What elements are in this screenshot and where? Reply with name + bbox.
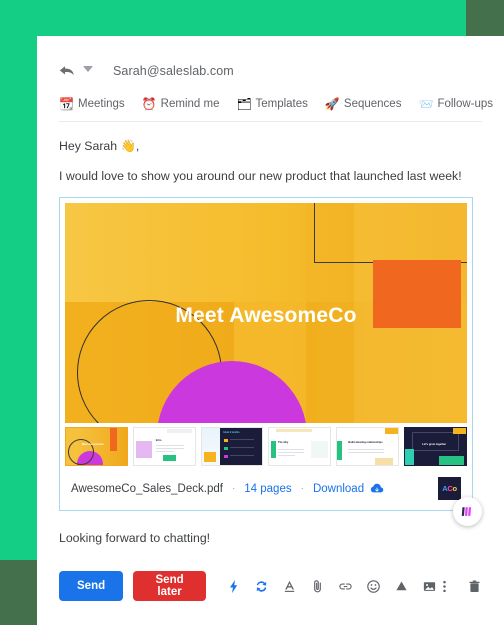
slide-thumbnail-3[interactable]: How it works <box>200 427 264 466</box>
compose-right-icon-group <box>437 579 482 594</box>
send-button[interactable]: Send <box>59 571 124 601</box>
slide-thumbnail-strip: Meet AwesomeCo Intro How it works The wh… <box>65 427 467 466</box>
separator-dot-2: · <box>300 483 304 494</box>
templates-icon: 🗂 <box>236 97 252 111</box>
compose-icon-row <box>226 579 437 594</box>
slide-thumbnail-4[interactable]: The why <box>268 427 332 466</box>
tool-templates-label: Templates <box>255 98 308 110</box>
background-band-left <box>0 0 37 560</box>
slide-thumbnail-5-title: Build amazing relationships <box>348 441 383 445</box>
background-block-top-right <box>466 0 504 36</box>
attachment-info-row: AwesomeCo_Sales_Deck.pdf · 14 pages · Do… <box>65 473 467 505</box>
compose-action-bar: Send Send later <box>59 571 482 601</box>
email-closing-line: Looking forward to chatting! <box>59 531 211 545</box>
attachment-filename: AwesomeCo_Sales_Deck.pdf <box>71 482 223 495</box>
slide-thumbnail-5[interactable]: Build amazing relationships <box>336 427 400 466</box>
background-block-bottom-left <box>0 560 37 625</box>
slide-thumbnail-1-title: Meet AwesomeCo <box>81 443 104 447</box>
tool-sequences[interactable]: 🚀 Sequences <box>325 98 402 110</box>
chevron-down-icon[interactable] <box>83 66 93 72</box>
page-count-link[interactable]: 14 pages <box>244 483 291 495</box>
more-options-icon[interactable] <box>437 579 452 594</box>
lightning-bolt-icon[interactable] <box>226 579 241 594</box>
attachment-card[interactable]: Meet AwesomeCo Meet AwesomeCo Intro How … <box>59 197 473 511</box>
slide-title: Meet AwesomeCo <box>175 304 357 328</box>
brand-badge-part-3: o <box>452 484 457 493</box>
slide-thumbnail-1[interactable]: Meet AwesomeCo <box>65 427 128 466</box>
tool-remind-me[interactable]: ⏰ Remind me <box>142 98 220 110</box>
slide-thumbnail-6[interactable]: Let's grow together <box>404 427 467 466</box>
cloud-download-icon[interactable] <box>370 483 384 494</box>
brand-badge: ACo <box>438 477 461 500</box>
tool-follow-ups[interactable]: 📨 Follow-ups <box>418 98 493 110</box>
image-icon[interactable] <box>422 579 437 594</box>
tool-follow-ups-label: Follow-ups <box>437 98 494 110</box>
slide-thumbnail-2[interactable]: Intro <box>132 427 196 466</box>
brand-logo-mark <box>461 507 472 516</box>
emoji-icon[interactable] <box>366 579 381 594</box>
rocket-icon: 🚀 <box>324 97 340 111</box>
brand-logo-badge[interactable] <box>453 497 482 526</box>
sync-icon[interactable] <box>254 579 269 594</box>
screenshot-stage: Sarah@saleslab.com 📆 Meetings ⏰ Remind m… <box>0 0 504 625</box>
tool-meetings[interactable]: 📆 Meetings <box>59 98 125 110</box>
compose-toolstrip: 📆 Meetings ⏰ Remind me 🗂 Templates 🚀 Seq… <box>59 98 493 122</box>
text-format-icon[interactable] <box>282 579 297 594</box>
recipient-address[interactable]: Sarah@saleslab.com <box>113 64 234 78</box>
email-greeting: Hey Sarah 👋, <box>59 139 140 153</box>
calendar-icon: 📆 <box>59 97 74 111</box>
background-band-top <box>0 0 466 36</box>
drive-icon[interactable] <box>394 579 409 594</box>
download-link[interactable]: Download <box>313 483 364 495</box>
slide-thumbnail-3-title: How it works <box>223 431 240 435</box>
tool-sequences-label: Sequences <box>343 98 402 110</box>
slide-thumbnail-4-title: The why <box>278 441 289 445</box>
tool-meetings-label: Meetings <box>78 98 125 110</box>
tool-templates[interactable]: 🗂 Templates <box>236 98 307 110</box>
reply-arrow-icon[interactable] <box>59 64 75 78</box>
separator-dot-1: · <box>231 483 236 494</box>
slide-preview[interactable]: Meet AwesomeCo <box>65 203 467 423</box>
slide-shape-corner-line <box>314 203 467 263</box>
mail-icon: 📨 <box>418 97 434 111</box>
email-intro-line: I would love to show you around our new … <box>59 169 462 183</box>
send-later-button[interactable]: Send later <box>133 571 206 601</box>
tool-remind-me-label: Remind me <box>160 98 220 110</box>
alarm-clock-icon: ⏰ <box>141 97 157 111</box>
compose-card: Sarah@saleslab.com 📆 Meetings ⏰ Remind m… <box>37 36 504 625</box>
slide-thumbnail-2-title: Intro <box>155 438 162 442</box>
slide-thumbnail-6-title: Let's grow together <box>422 443 447 447</box>
paperclip-icon[interactable] <box>310 579 325 594</box>
trash-icon[interactable] <box>467 579 482 594</box>
compose-header: Sarah@saleslab.com <box>59 58 482 84</box>
link-icon[interactable] <box>338 579 353 594</box>
